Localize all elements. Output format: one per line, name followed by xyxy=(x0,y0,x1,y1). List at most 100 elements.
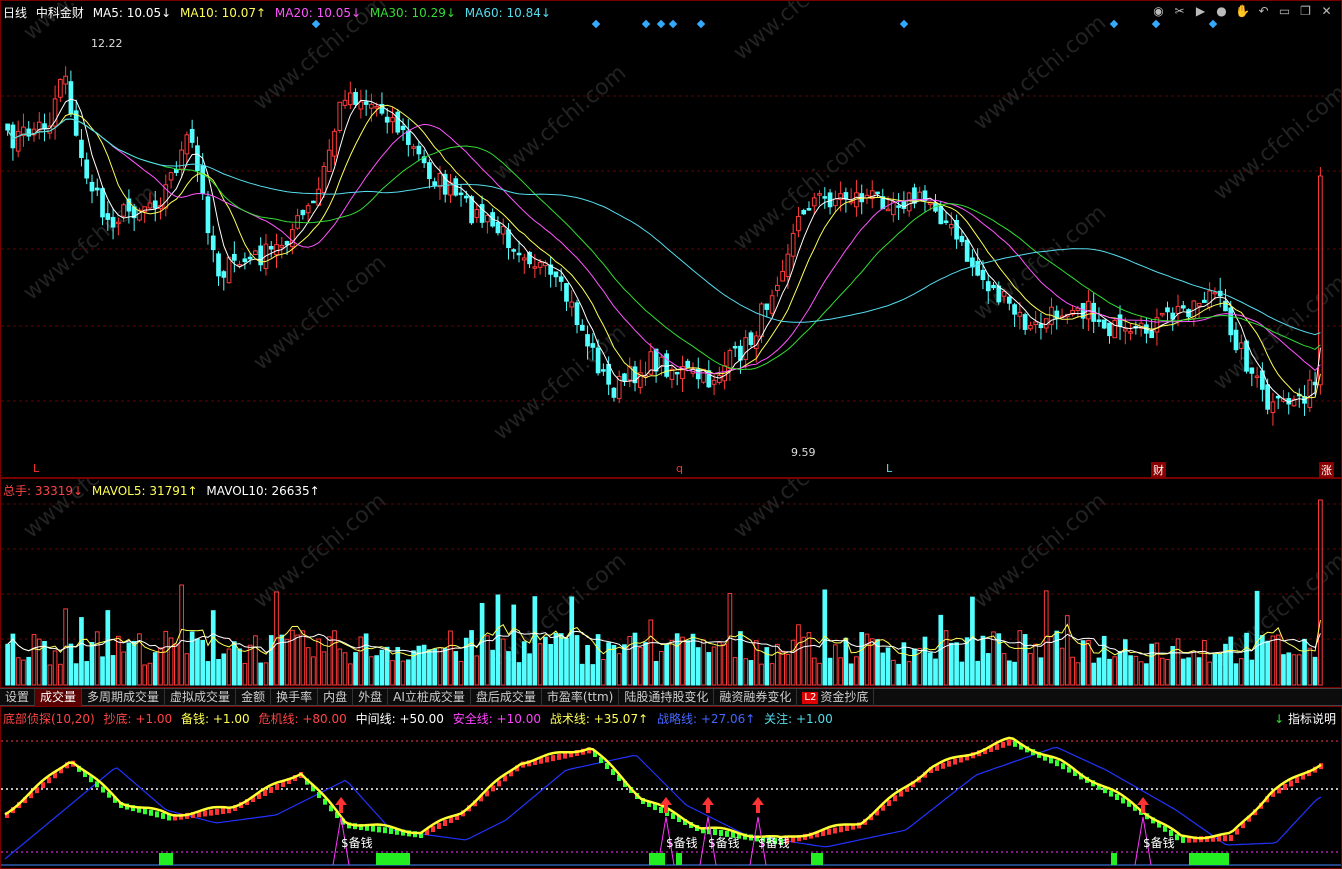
restore-icon[interactable]: ❐ xyxy=(1297,3,1314,18)
volume-bar xyxy=(342,652,348,686)
volume-bar xyxy=(353,652,358,686)
signal-diamond-8 xyxy=(1151,19,1161,29)
beiqian-signal-label: $备钱 xyxy=(758,835,790,850)
volume-bar xyxy=(854,656,859,686)
play-icon[interactable]: ▶ xyxy=(1192,3,1209,18)
tactic-step xyxy=(149,809,153,816)
volume-bar xyxy=(247,644,253,686)
indicator-chart[interactable]: $备钱 $备钱 $备钱 $备钱 $备钱 xyxy=(1,707,1341,868)
tactic-step xyxy=(161,812,165,819)
candle-body xyxy=(896,205,901,208)
tab-multi-period-volume[interactable]: 多周期成交量 xyxy=(82,689,166,706)
volume-bar xyxy=(369,656,374,686)
volume-bar xyxy=(980,635,986,686)
tab-outer[interactable]: 外盘 xyxy=(353,689,389,706)
tactic-step xyxy=(377,826,381,833)
record-icon[interactable]: ● xyxy=(1213,3,1230,18)
tab-virtual-volume[interactable]: 虚拟成交量 xyxy=(165,689,237,706)
indicator-help-button[interactable]: ↓ 指标说明 xyxy=(1274,710,1336,727)
volume-bar xyxy=(105,610,111,686)
candle-body xyxy=(817,193,822,196)
volume-bar xyxy=(184,653,190,686)
volume-bar xyxy=(168,637,174,686)
tab-northbound-holdings[interactable]: 陆股通持股变化 xyxy=(619,689,715,706)
tab-margin-trading[interactable]: 融资融券变化 xyxy=(714,689,798,706)
volume-bar xyxy=(970,596,975,686)
minimize-icon[interactable]: ▭ xyxy=(1276,3,1293,18)
volume-bar xyxy=(405,659,411,686)
zhongjian-value: 中间线: +50.00 xyxy=(355,712,444,726)
volume-bar xyxy=(437,647,443,686)
tab-amount[interactable]: 金额 xyxy=(236,689,272,706)
volume-bar xyxy=(801,636,807,686)
volume-bar xyxy=(253,635,258,686)
candle-body xyxy=(463,195,469,199)
volume-chart[interactable]: www.cfchi.comwww.cfchi.com www.cfchi.comw… xyxy=(1,479,1341,687)
candle-body xyxy=(801,209,807,215)
rise-mark[interactable]: 涨 xyxy=(1319,462,1334,478)
tactic-step xyxy=(953,758,957,765)
volume-chart-panel[interactable]: www.cfchi.com www.cfchi.com www.cfchi.com w… xyxy=(0,478,1342,688)
volume-bar xyxy=(1049,636,1054,686)
anquan-value: 安全线: +10.00 xyxy=(452,712,541,726)
candle-body xyxy=(511,249,517,252)
candle-body xyxy=(474,208,480,218)
candle-body xyxy=(189,128,195,143)
mavol10-label: MAVOL10: 26635↑ xyxy=(206,484,320,498)
candle-body xyxy=(342,99,348,106)
volume-bar xyxy=(933,658,938,686)
volume-bar xyxy=(780,650,785,686)
eye-icon[interactable]: ◉ xyxy=(1150,3,1167,18)
candle-body xyxy=(1128,331,1133,334)
finance-mark[interactable]: 财 xyxy=(1151,462,1166,478)
volume-bar xyxy=(485,635,490,686)
tab-turnover[interactable]: 换手率 xyxy=(271,689,319,706)
tab-pe-ttm[interactable]: 市盈率(ttm) xyxy=(542,689,620,706)
green-bar-3 xyxy=(676,853,682,865)
candle-body xyxy=(105,213,111,220)
guanzhu-value: 关注: +1.00 xyxy=(764,712,833,726)
candle-body xyxy=(558,276,564,282)
price-chart-panel[interactable]: www.cfchi.com www.cfchi.com www.cfchi.com w… xyxy=(0,0,1342,478)
tab-ai-volume[interactable]: AI立桩成交量 xyxy=(388,689,471,706)
candle-body xyxy=(732,345,738,349)
tab-volume[interactable]: 成交量 xyxy=(35,689,83,706)
volume-bar xyxy=(759,663,764,686)
tactic-step xyxy=(497,780,501,787)
tab-capital-bottom[interactable]: L2 资金抄底 xyxy=(797,689,875,706)
volume-bar xyxy=(601,658,606,686)
tactic-step xyxy=(545,756,549,763)
candle-body xyxy=(369,103,374,109)
ma60-line xyxy=(7,118,1321,336)
candle-body xyxy=(685,360,691,368)
volume-bar xyxy=(347,663,353,686)
hand-icon[interactable]: ✋ xyxy=(1234,3,1251,18)
candle-body xyxy=(822,196,828,199)
candle-body xyxy=(564,283,569,302)
volume-bar xyxy=(690,633,696,686)
price-chart[interactable]: www.cfchi.com www.cfchi.com www.cfchi.com w… xyxy=(1,1,1341,477)
candle-body xyxy=(152,200,158,209)
candle-body xyxy=(26,128,32,137)
volume-bar xyxy=(1107,658,1112,686)
scissors-icon[interactable]: ✂ xyxy=(1171,3,1188,18)
undo-icon[interactable]: ↶ xyxy=(1255,3,1272,18)
volume-bar xyxy=(358,636,364,686)
tab-after-hours-volume[interactable]: 盘后成交量 xyxy=(471,689,542,706)
watermark-3: www.cfchi.com xyxy=(729,130,871,255)
beiqian-signal-label: $备钱 xyxy=(1143,835,1175,850)
volume-bar xyxy=(775,643,780,686)
candle-body xyxy=(184,134,190,155)
candle-body xyxy=(485,214,490,223)
tab-inner[interactable]: 内盘 xyxy=(318,689,354,706)
volume-bar xyxy=(311,656,316,686)
indicator-chart-panel[interactable]: $备钱 $备钱 $备钱 $备钱 $备钱 底部侦探(10,20) 抄底: +1.00 备钱… xyxy=(0,706,1342,869)
volume-bar xyxy=(543,636,548,686)
volume-bar xyxy=(1017,630,1023,686)
period-label[interactable]: 日线 xyxy=(3,6,27,20)
volume-bar xyxy=(927,652,933,686)
signal-diamond-5 xyxy=(696,19,706,29)
candle-body xyxy=(427,162,432,180)
tab-settings[interactable]: 设置 xyxy=(0,689,36,706)
close-icon[interactable]: ✕ xyxy=(1318,3,1335,18)
